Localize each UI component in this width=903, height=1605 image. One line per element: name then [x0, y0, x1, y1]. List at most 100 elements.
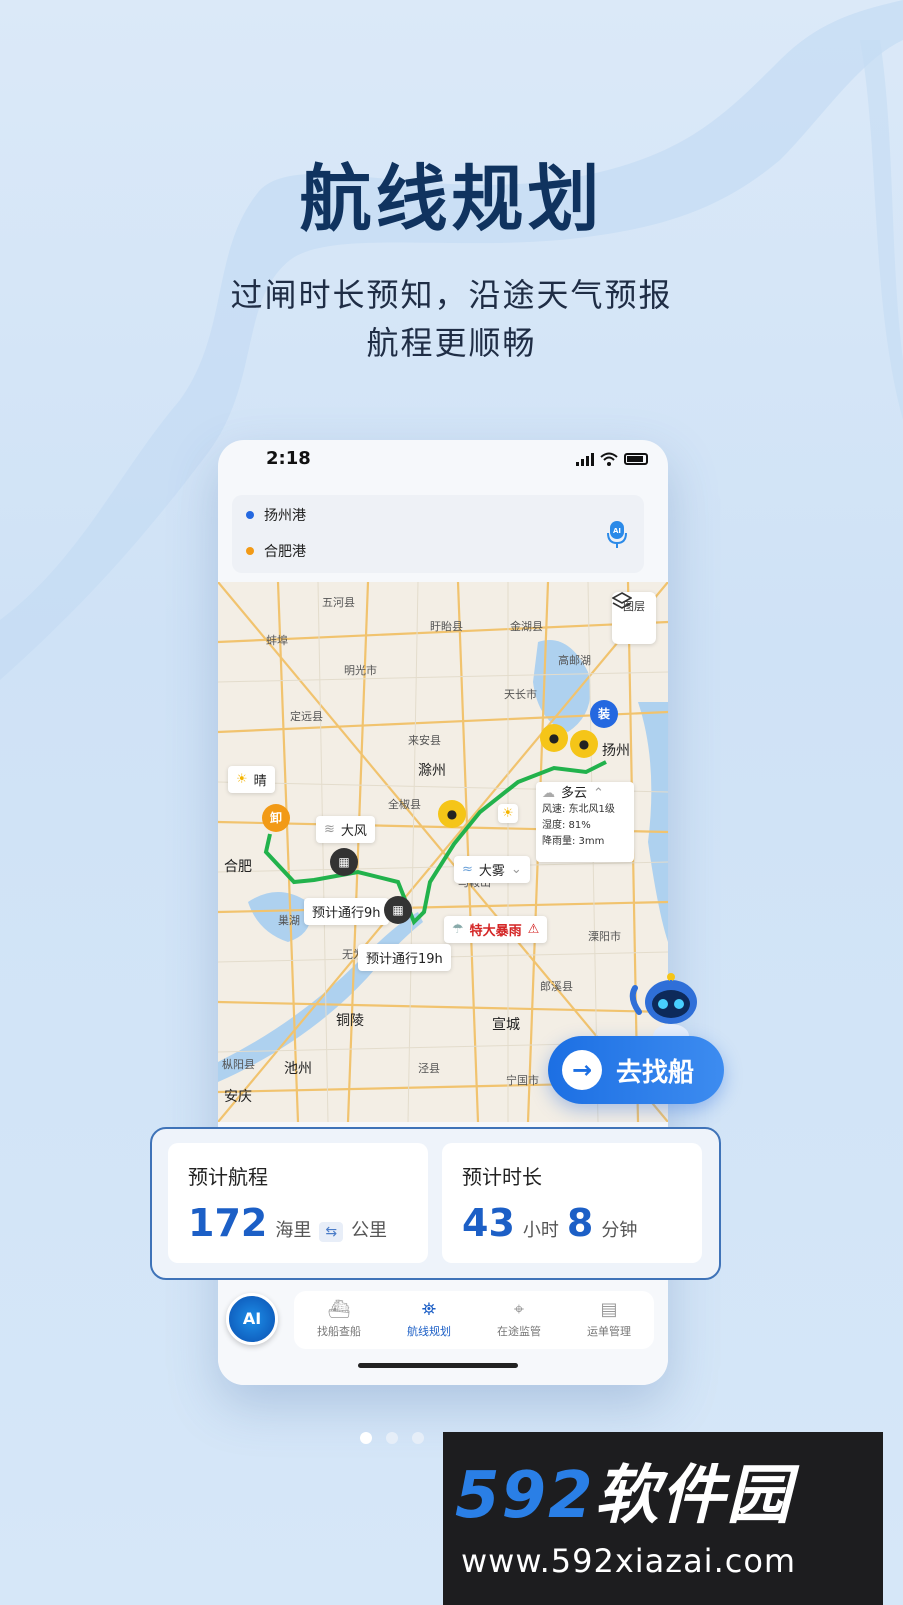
destination-dot-icon — [246, 547, 254, 555]
lock-chip-2[interactable]: 预计通行19h — [358, 944, 451, 971]
warning-icon: ⚠ — [527, 922, 540, 937]
map-label: 溧阳市 — [588, 930, 621, 943]
chevron-up-icon: ⌃ — [593, 786, 604, 801]
tab-in-transit[interactable]: ⌖ 在途监管 — [474, 1291, 564, 1349]
lock-chip-1[interactable]: 预计通行9h — [304, 898, 389, 925]
route-stats-panel: 预计航程 172 海里 ⇆ 公里 预计时长 43 小时 8 分钟 — [150, 1127, 721, 1280]
map-label: 全椒县 — [388, 798, 421, 811]
status-time: 2:18 — [266, 448, 311, 469]
location-monitor-icon: ⌖ — [513, 1299, 525, 1320]
map-label: 安庆 — [224, 1089, 252, 1105]
unit-swap-icon[interactable]: ⇆ — [319, 1222, 344, 1242]
ship-marker-icon[interactable]: ● — [570, 730, 598, 758]
tab-find-ship[interactable]: ⛴ 找船查船 — [294, 1291, 384, 1349]
ship-marker-icon[interactable]: ● — [540, 724, 568, 752]
page-dot[interactable] — [360, 1432, 372, 1444]
page-dot[interactable] — [412, 1432, 424, 1444]
minutes-unit: 分钟 — [601, 1220, 638, 1241]
svg-text:AI: AI — [613, 527, 621, 535]
arrow-right-icon: → — [562, 1050, 602, 1090]
map-label: 金湖县 — [510, 620, 543, 633]
weather-chip-fog[interactable]: ≈ 大雾 ⌄ — [454, 856, 530, 883]
layers-icon — [612, 592, 632, 609]
signal-icon — [576, 452, 594, 466]
map-layer-button[interactable]: 图层 — [612, 592, 656, 644]
weather-card-rain: 降雨量: 3mm — [542, 836, 605, 847]
wifi-icon — [600, 452, 618, 466]
origin-row[interactable]: 扬州港 — [246, 505, 306, 525]
map-label: 明光市 — [344, 664, 377, 677]
map-label: 枞阳县 — [222, 1058, 255, 1071]
site-watermark: 592软件园 www.592xiazai.com — [443, 1432, 883, 1605]
watermark-url: www.592xiazai.com — [461, 1542, 797, 1580]
fog-icon: ≈ — [462, 862, 473, 877]
map-label: 五河县 — [322, 596, 355, 609]
weather-chip-storm[interactable]: ☂ 特大暴雨 ⚠ — [444, 916, 548, 943]
map-label: 宣城 — [492, 1017, 520, 1033]
origin-port: 扬州港 — [264, 508, 306, 524]
distance-unit: 海里 — [275, 1220, 312, 1241]
map-label: 蚌埠 — [266, 634, 288, 647]
cloudy-icon: ☁ — [542, 786, 555, 801]
distance-alt-unit[interactable]: 公里 — [351, 1216, 387, 1242]
ship-lock-icon[interactable]: ▦ — [330, 848, 358, 876]
ai-voice-mic-icon[interactable]: AI — [606, 521, 628, 549]
destination-row[interactable]: 合肥港 — [246, 541, 306, 561]
map-label: 盱眙县 — [430, 620, 463, 633]
hero-subtitle-line1: 过闸时长预知，沿途天气预报 — [230, 276, 673, 314]
map-label: 巢湖 — [278, 914, 300, 927]
map-label: 天长市 — [504, 688, 537, 701]
origin-dot-icon — [246, 511, 254, 519]
map-label: 宁国市 — [506, 1074, 539, 1087]
sun-icon: ☀ — [502, 806, 514, 821]
wind-icon: ≋ — [324, 822, 335, 837]
waybill-icon: ▤ — [600, 1299, 618, 1320]
weather-chip-sunny-2[interactable]: ☀ — [498, 804, 518, 823]
weather-card-title: 多云 — [561, 786, 588, 801]
weather-chip-wind[interactable]: ≋ 大风 — [316, 816, 375, 843]
map-label: 高邮湖 — [558, 654, 591, 667]
sun-icon: ☀ — [236, 772, 248, 787]
unload-port-pin[interactable]: 卸 — [262, 804, 290, 832]
ship-lock-icon[interactable]: ▦ — [384, 896, 412, 924]
duration-stat: 预计时长 43 小时 8 分钟 — [442, 1143, 702, 1263]
duration-label: 预计时长 — [462, 1165, 542, 1189]
ship-search-icon: ⛴ — [327, 1299, 351, 1320]
ai-assistant-button[interactable]: AI — [226, 1293, 278, 1345]
page-indicator — [360, 1432, 424, 1444]
map-label: 合肥 — [224, 859, 252, 875]
destination-port: 合肥港 — [264, 544, 306, 560]
bottom-tab-bar: AI ⛴ 找船查船 ⛯ 航线规划 ⌖ 在途监管 ▤ 运单管理 — [218, 1285, 668, 1385]
minutes-value: 8 — [566, 1201, 594, 1245]
hero-title: 航线规划 — [299, 157, 604, 241]
distance-label: 预计航程 — [188, 1165, 268, 1189]
route-map-icon: ⛯ — [421, 1299, 437, 1320]
weather-detail-card[interactable]: ☁ 多云 ⌃ 风速: 东北风1级 湿度: 81% 降雨量: 3mm — [536, 782, 634, 862]
map-label: 扬州 — [602, 743, 630, 759]
map-label: 泾县 — [418, 1062, 440, 1075]
map-label: 铜陵 — [336, 1013, 364, 1029]
map-label: 来安县 — [408, 734, 441, 747]
hero-subtitle-line2: 航程更顺畅 — [366, 324, 537, 362]
ship-marker-icon[interactable]: ● — [438, 800, 466, 828]
status-bar: 2:18 — [218, 440, 668, 490]
chevron-down-icon: ⌄ — [510, 862, 522, 877]
watermark-text: 软件园 — [594, 1459, 793, 1533]
find-ship-button[interactable]: → 去找船 — [548, 1036, 724, 1104]
tab-waybill[interactable]: ▤ 运单管理 — [564, 1291, 654, 1349]
status-icons — [576, 452, 648, 466]
route-input-card[interactable]: 扬州港 合肥港 AI — [232, 495, 644, 573]
map-label: 定远县 — [290, 710, 323, 723]
hours-value: 43 — [462, 1201, 515, 1245]
page-dot[interactable] — [386, 1432, 398, 1444]
tab-route-planning[interactable]: ⛯ 航线规划 — [384, 1291, 474, 1349]
load-port-pin[interactable]: 装 — [590, 700, 618, 728]
weather-card-wind: 风速: 东北风1级 — [542, 804, 615, 815]
weather-chip-sunny[interactable]: ☀ 晴 — [228, 766, 275, 793]
find-ship-label: 去找船 — [616, 1057, 695, 1088]
rain-icon: ☂ — [452, 922, 464, 937]
map-label: 池州 — [284, 1061, 312, 1077]
tab-list: ⛴ 找船查船 ⛯ 航线规划 ⌖ 在途监管 ▤ 运单管理 — [294, 1291, 654, 1349]
weather-card-humidity: 湿度: 81% — [542, 820, 591, 831]
battery-icon — [624, 453, 648, 465]
